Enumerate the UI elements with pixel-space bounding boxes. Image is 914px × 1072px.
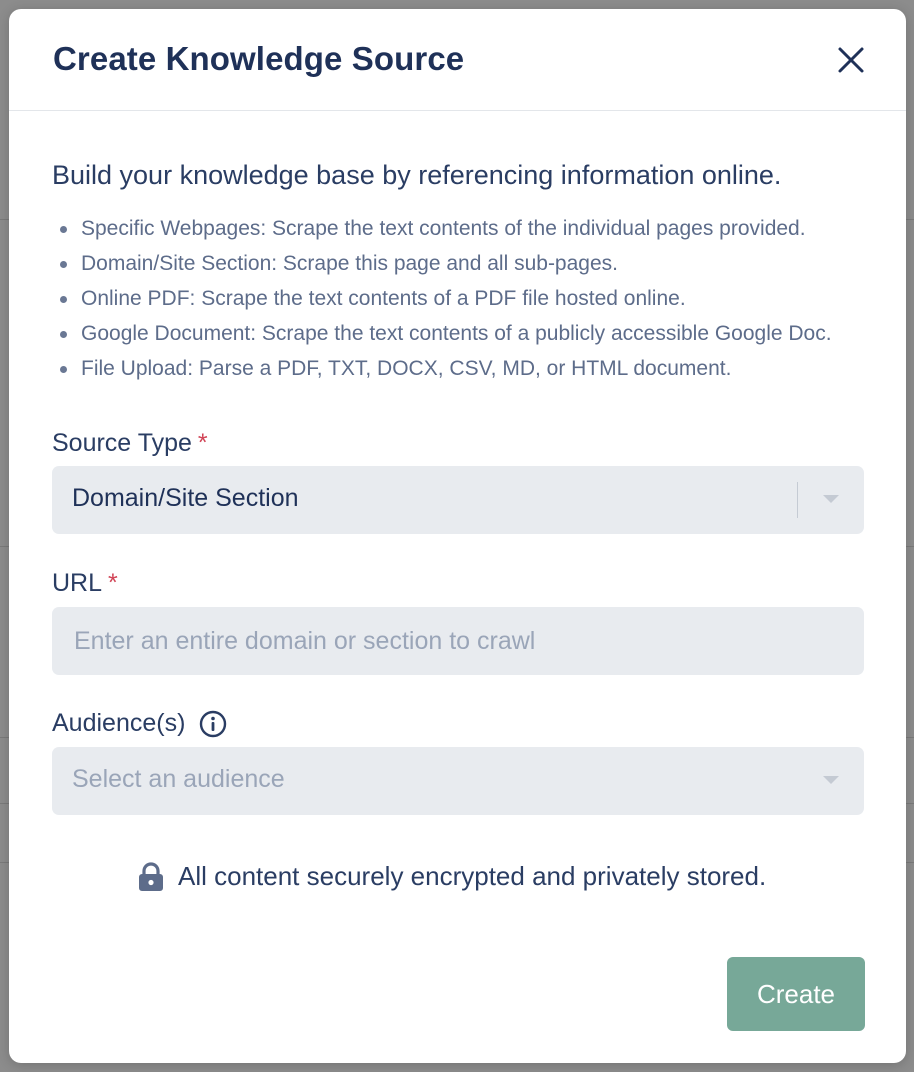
intro-text: Build your knowledge base by referencing… <box>52 160 782 190</box>
source-type-selected-value: Domain/Site Section <box>72 484 299 512</box>
list-item: File Upload: Parse a PDF, TXT, DOCX, CSV… <box>60 351 864 386</box>
chevron-down-icon[interactable] <box>823 776 839 784</box>
url-field-container <box>52 607 864 675</box>
source-type-select[interactable]: Domain/Site Section <box>52 466 864 534</box>
lock-icon <box>139 861 163 891</box>
list-item: Specific Webpages: Scrape the text conte… <box>60 211 864 246</box>
required-mark: * <box>108 569 118 597</box>
create-knowledge-source-dialog: Create Knowledge Source Build your knowl… <box>9 9 906 1063</box>
audience-select[interactable]: Select an audience <box>52 747 864 815</box>
chevron-down-icon[interactable] <box>823 495 839 503</box>
list-item: Online PDF: Scrape the text contents of … <box>60 281 864 316</box>
dialog-title: Create Knowledge Source <box>53 40 465 77</box>
url-label: URL * <box>52 569 118 598</box>
audience-placeholder: Select an audience <box>72 765 285 793</box>
url-label-text: URL <box>52 569 103 597</box>
security-note: All content securely encrypted and priva… <box>138 861 766 892</box>
security-note-text: All content securely encrypted and priva… <box>178 861 767 891</box>
source-type-label-text: Source Type <box>52 429 192 457</box>
required-mark: * <box>197 429 208 457</box>
audience-label-text: Audience(s) <box>52 709 186 737</box>
audience-label: Audience(s) <box>52 709 227 738</box>
list-item: Domain/Site Section: Scrape this page an… <box>60 246 864 281</box>
select-divider <box>797 482 798 518</box>
dialog-body: Build your knowledge base by referencing… <box>52 111 865 1031</box>
create-button[interactable]: Create <box>727 957 865 1031</box>
info-icon[interactable] <box>199 710 227 738</box>
close-icon[interactable] <box>836 45 866 75</box>
source-type-descriptions: Specific Webpages: Scrape the text conte… <box>52 211 864 386</box>
dialog-header: Create Knowledge Source <box>9 9 906 111</box>
url-input[interactable] <box>52 607 864 675</box>
source-type-label: Source Type * <box>52 429 208 458</box>
list-item: Google Document: Scrape the text content… <box>60 316 864 351</box>
